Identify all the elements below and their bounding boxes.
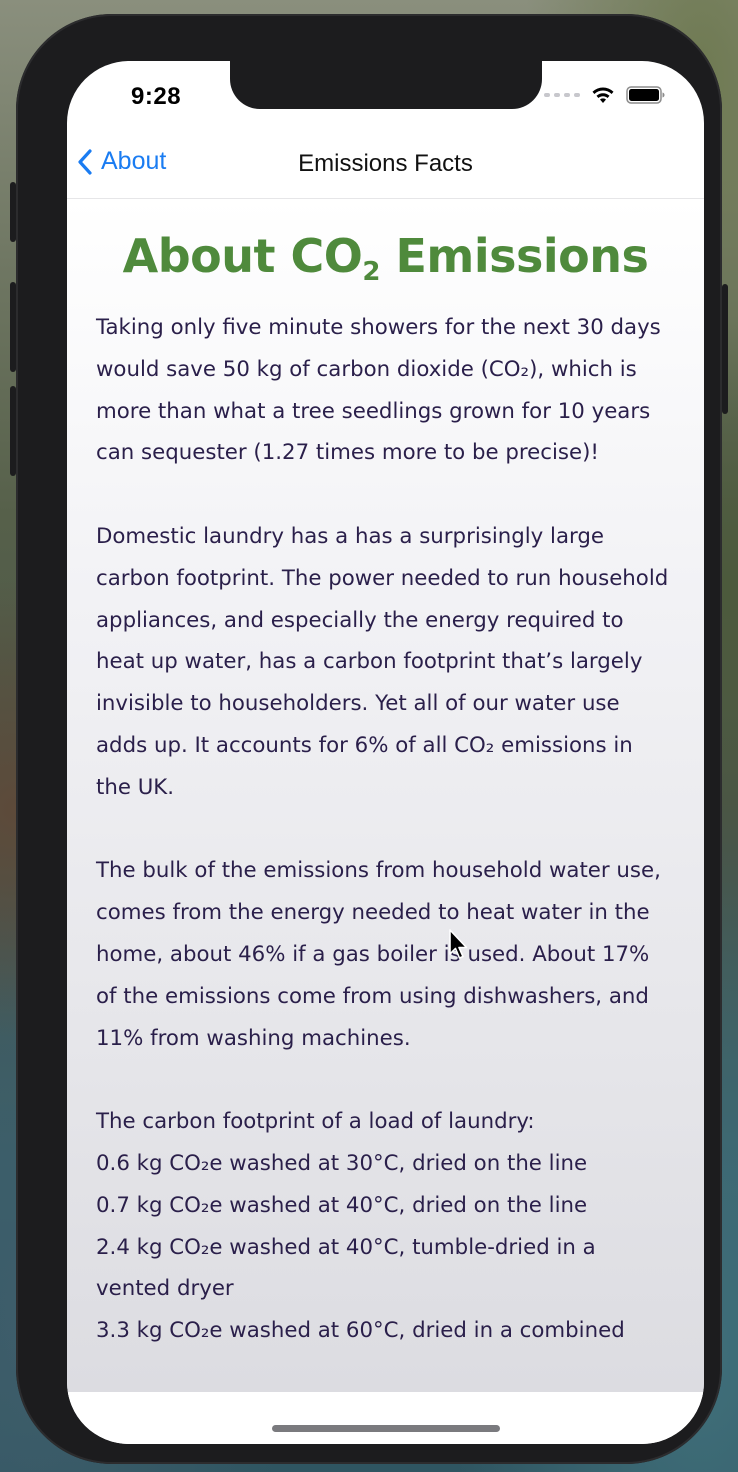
paragraph-laundry: Domestic laundry has a has a surprisingl… [96,523,669,800]
scroll-content[interactable]: About CO2 Emissions Taking only five min… [67,199,704,1392]
paragraph-showers: Taking only five minute showers for the … [96,315,661,466]
navigation-bar: About Emissions Facts [67,131,704,199]
app-screen: 9:28 About Emissions Facts About CO2 Emi… [67,61,704,1444]
home-indicator[interactable] [272,1425,500,1432]
heading-text: About CO [122,229,363,283]
status-time: 9:28 [131,83,182,110]
facts-body: Taking only five minute showers for the … [96,307,674,1352]
wifi-icon [592,87,614,103]
home-indicator-area [67,1392,704,1444]
mouse-pointer-icon [449,929,468,959]
cellular-signal-icon [544,93,580,97]
content-heading: About CO2 Emissions [67,229,704,287]
power-button [722,284,728,414]
volume-up-button [10,282,16,372]
paragraph-laundry-footprint: The carbon footprint of a load of laundr… [96,1109,625,1344]
side-button [10,182,16,242]
page-title: Emissions Facts [298,150,473,177]
heading-text-suffix: Emissions [379,229,649,283]
volume-down-button [10,386,16,476]
phone-frame: 9:28 About Emissions Facts About CO2 Emi… [10,14,728,1464]
status-icons [544,85,666,105]
battery-icon [626,86,665,104]
notch [230,61,542,109]
paragraph-household-water: The bulk of the emissions from household… [96,858,661,1051]
heading-subscript: 2 [362,257,380,287]
